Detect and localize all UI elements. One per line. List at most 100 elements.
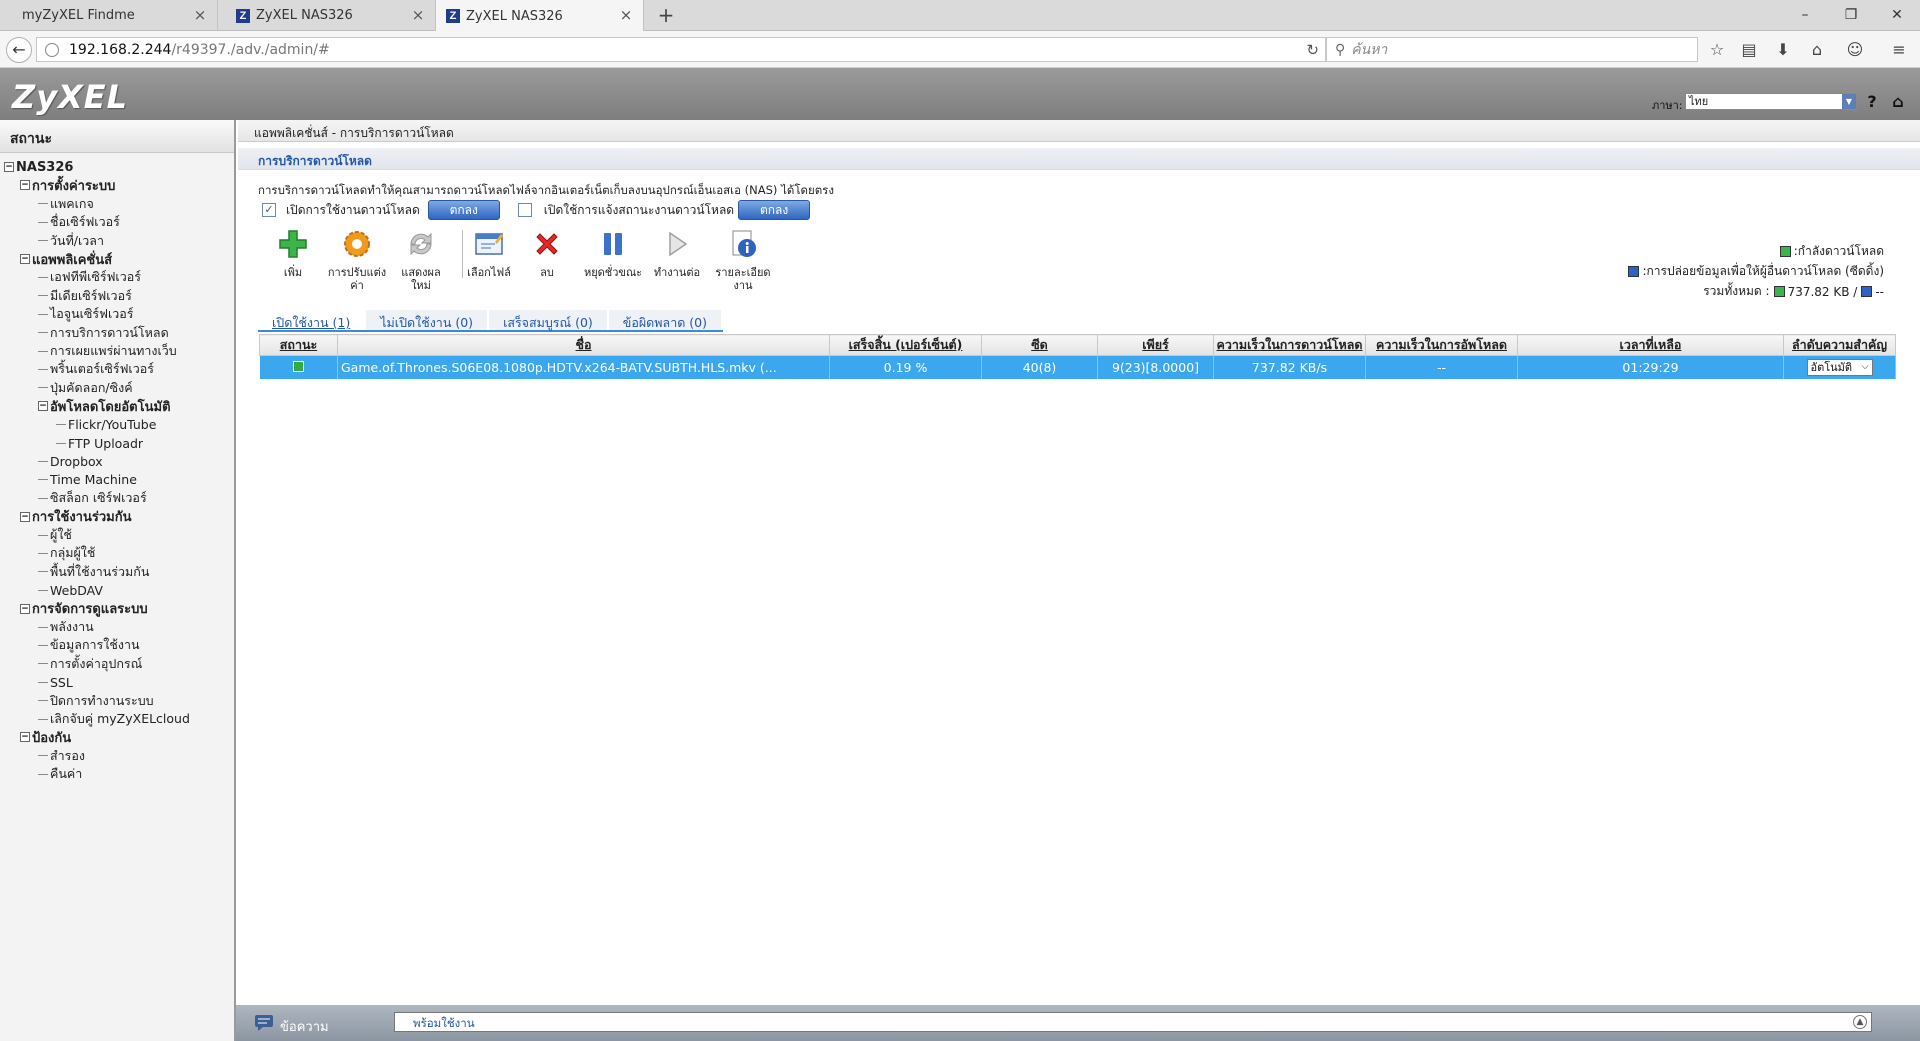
delete-button[interactable]: ลบ — [512, 228, 582, 279]
language-label: ภาษา: — [1652, 99, 1683, 112]
back-arrow-icon[interactable]: ← — [6, 37, 32, 63]
tool-label: ใหม่ — [411, 279, 431, 292]
sidebar-group[interactable]: − การตั้งค่าระบบ — [20, 176, 115, 194]
column-header-status[interactable]: สถานะ — [259, 334, 338, 356]
help-icon[interactable]: ? — [1862, 92, 1882, 112]
sidebar-item[interactable]: SSL — [38, 673, 73, 691]
collapse-toggle-icon[interactable]: − — [20, 603, 30, 614]
sidebar-item[interactable]: สำรอง — [38, 747, 85, 765]
column-header-seeds[interactable]: ซีด — [981, 334, 1098, 356]
collapse-toggle-icon[interactable]: − — [4, 162, 14, 172]
column-header-done[interactable]: เสร็จสิ้น (เปอร์เซ็นต์) — [829, 334, 982, 356]
column-header-download-speed[interactable]: ความเร็วในการดาวน์โหลด — [1213, 334, 1366, 356]
sidebar-item[interactable]: เอฟทีพีเซิร์ฟเวอร์ — [38, 268, 141, 286]
expand-up-icon[interactable]: ▲ — [1853, 1015, 1867, 1029]
tree-connector — [56, 442, 66, 444]
enable-download-ok-button[interactable]: ตกลง — [427, 200, 500, 220]
table-row[interactable]: Game.of.Thrones.S06E08.1080p.HDTV.x264-B… — [259, 355, 1896, 379]
sidebar-item[interactable]: ปิดการทำงานระบบ — [38, 692, 154, 710]
sidebar-item[interactable]: ชื่อเซิร์ฟเวอร์ — [38, 213, 120, 231]
tab-error[interactable]: ข้อผิดพลาด (0) — [608, 310, 722, 330]
collapse-toggle-icon[interactable]: − — [38, 401, 48, 412]
sidebar-item[interactable]: เลิกจับคู่ myZyXELcloud — [38, 710, 190, 728]
reload-icon[interactable]: ↻ — [1306, 41, 1319, 59]
browser-search-input[interactable]: ⚲ ค้นหา — [1326, 37, 1698, 62]
sidebar-item[interactable]: ปุ่มคัดลอก/ซิงค์ — [38, 379, 133, 397]
sidebar-item[interactable]: ซิสล็อก เซิร์ฟเวอร์ — [38, 489, 147, 507]
sidebar-title[interactable]: สถานะ — [0, 120, 234, 153]
collapse-toggle-icon[interactable]: − — [20, 511, 30, 522]
add-button[interactable]: เพิ่ม — [258, 228, 328, 279]
collapse-toggle-icon[interactable]: − — [20, 732, 30, 743]
column-header-name[interactable]: ชื่อ — [337, 334, 830, 356]
sidebar-item[interactable]: กลุ่มผู้ใช้ — [38, 544, 95, 562]
sidebar-item[interactable]: คืนค่า — [38, 765, 82, 783]
sidebar-item[interactable]: ผู้ใช้ — [38, 526, 72, 544]
priority-select[interactable]: อัตโนมัติ ⌵ — [1806, 358, 1873, 376]
tab-inactive[interactable]: ไม่เปิดใช้งาน (0) — [366, 310, 488, 330]
menu-hamburger-icon[interactable]: ≡ — [1888, 39, 1910, 61]
sidebar-item[interactable]: พลังงาน — [38, 618, 94, 636]
sidebar-item-nas326[interactable]: − NAS326 — [4, 158, 73, 176]
sidebar-item[interactable]: FTP Uploadr — [56, 434, 143, 452]
sidebar-item[interactable]: วันที่/เวลา — [38, 232, 104, 250]
column-header-time-remaining[interactable]: เวลาที่เหลือ — [1517, 334, 1784, 356]
sidebar-item[interactable]: แพคเกจ — [38, 195, 94, 213]
column-header-priority[interactable]: ลำดับความสำคัญ — [1783, 334, 1896, 356]
sidebar-item[interactable]: Flickr/YouTube — [56, 416, 156, 434]
sidebar-item[interactable]: มีเดียเซิร์ฟเวอร์ — [38, 287, 132, 305]
sidebar-group-auto-upload[interactable]: − อัพโหลดโดยอัตโนมัติ — [38, 397, 171, 415]
column-header-peers[interactable]: เพียร์ — [1097, 334, 1214, 356]
enable-notify-checkbox[interactable] — [517, 203, 532, 217]
browser-tab-nas326[interactable]: Z ZyXEL NAS326 × — [218, 0, 436, 31]
pause-button[interactable]: หยุดชั่วขณะ — [578, 228, 648, 279]
sidebar-item[interactable]: การเผยแพร่ผ่านทางเว็บ — [38, 342, 177, 360]
enable-notify-ok-button[interactable]: ตกลง — [738, 200, 811, 220]
sidebar-item[interactable]: Time Machine — [38, 471, 137, 489]
refresh-button[interactable]: แสดงผล ใหม่ — [386, 228, 456, 292]
close-icon[interactable]: × — [619, 8, 633, 23]
home-icon[interactable]: ⌂ — [1806, 39, 1828, 61]
sidebar-item[interactable]: ไอจูนเซิร์ฟเวอร์ — [38, 305, 134, 323]
sidebar-group[interactable]: − การจัดการดูแลระบบ — [20, 600, 148, 618]
tab-active[interactable]: เปิดใช้งาน (1) — [258, 310, 365, 330]
language-select[interactable]: ไทย ▼ — [1685, 93, 1857, 110]
sidebar-item[interactable]: พริ้นเตอร์เซิร์ฟเวอร์ — [38, 360, 154, 378]
close-icon[interactable]: × — [193, 8, 207, 23]
reading-list-icon[interactable]: ▤ — [1738, 39, 1760, 61]
chat-icon[interactable]: ☺ — [1844, 39, 1866, 61]
tree-connector — [38, 368, 48, 370]
new-tab-plus-icon[interactable]: + — [656, 4, 676, 26]
sidebar-item[interactable]: การบริการดาวน์โหลด — [38, 324, 169, 342]
sidebar-group[interactable]: − การใช้งานร่วมกัน — [20, 508, 131, 526]
address-bar[interactable]: 192.168.2.244/r49397./adv./admin/# ↻ — [36, 37, 1326, 62]
window-close-icon[interactable]: ✕ — [1882, 4, 1912, 26]
minimize-icon[interactable]: – — [1790, 4, 1820, 26]
download-icon[interactable]: ⬇ — [1772, 39, 1794, 61]
bookmark-star-icon[interactable]: ☆ — [1706, 39, 1728, 61]
sidebar-item[interactable]: การตั้งค่าอุปกรณ์ — [38, 655, 142, 673]
column-header-upload-speed[interactable]: ความเร็วในการอัพโหลด — [1365, 334, 1518, 356]
url-host: 192.168.2.244 — [69, 41, 172, 58]
tab-completed[interactable]: เสร็จสมบูรณ์ (0) — [489, 310, 607, 330]
enable-download-checkbox[interactable]: ✓ — [262, 203, 276, 217]
sidebar-item[interactable]: พื้นที่ใช้งานร่วมกัน — [38, 563, 149, 581]
tree-connector — [38, 479, 48, 481]
settings-button[interactable]: การปรับแต่ง ค่า — [322, 228, 392, 292]
restore-icon[interactable]: ❐ — [1836, 4, 1866, 26]
sidebar-item[interactable]: WebDAV — [38, 581, 103, 599]
tree-connector — [38, 644, 48, 646]
resume-button[interactable]: ทำงานต่อ — [642, 228, 712, 279]
browser-tab-findme[interactable]: myZyXEL Findme × — [0, 0, 218, 31]
sidebar-group[interactable]: − แอพพลิเคชั่นส์ — [20, 250, 112, 268]
tree-label: การใช้งานร่วมกัน — [32, 510, 132, 526]
browser-tab-nas326-active[interactable]: Z ZyXEL NAS326 × — [436, 0, 644, 32]
collapse-toggle-icon[interactable]: − — [20, 180, 30, 191]
sidebar-item[interactable]: Dropbox — [38, 452, 103, 470]
task-details-button[interactable]: รายละเอียด งาน — [708, 228, 778, 292]
sidebar-group[interactable]: − ป้องกัน — [20, 728, 71, 746]
close-icon[interactable]: × — [411, 8, 425, 23]
collapse-toggle-icon[interactable]: − — [20, 254, 30, 264]
sidebar-item[interactable]: ข้อมูลการใช้งาน — [38, 636, 140, 654]
home-icon[interactable]: ⌂ — [1888, 92, 1908, 112]
